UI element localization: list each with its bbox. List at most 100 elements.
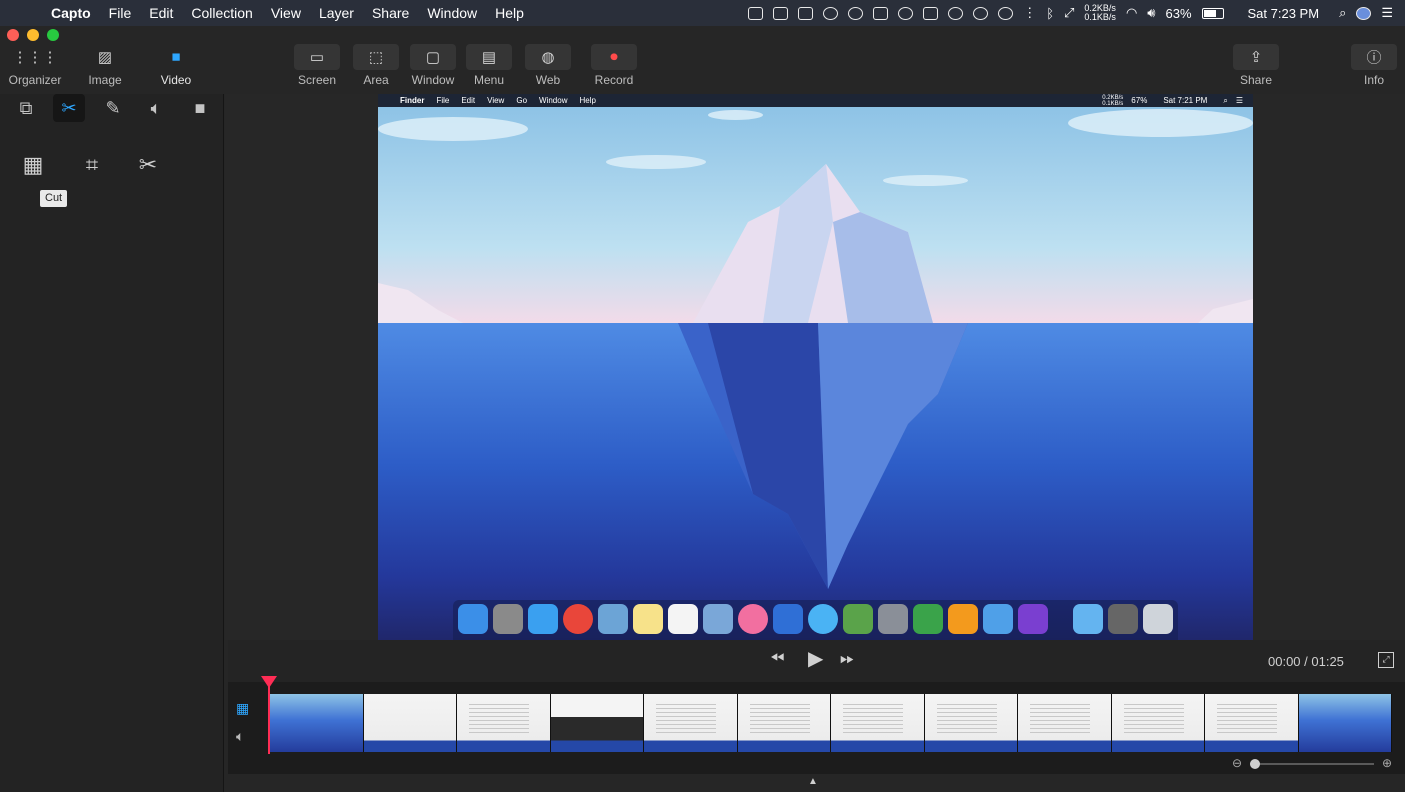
volume-icon[interactable]: 🔊︎	[1147, 5, 1155, 21]
circle-icon[interactable]	[898, 6, 914, 20]
dropbox-icon[interactable]	[748, 6, 764, 20]
screen-button[interactable]: ▭ Screen	[284, 44, 350, 87]
menu-label: Menu	[473, 73, 505, 87]
menu-edit[interactable]: Edit	[140, 5, 182, 21]
screen-dock-icon	[1108, 604, 1138, 634]
video-preview[interactable]: Finder File Edit View Go Window Help 0.2…	[378, 94, 1253, 640]
thumbnail-frame	[644, 694, 738, 752]
net-down: 0.1KB/s	[1084, 12, 1116, 22]
crop-tool[interactable]: ⌗	[75, 148, 109, 182]
share-button[interactable]: ⇪ Share	[1223, 44, 1289, 87]
bluetooth-icon[interactable]: ᛒ	[1046, 6, 1054, 21]
organizer-label: Organizer	[8, 73, 62, 87]
fullscreen-button[interactable]: ⤢	[1378, 652, 1394, 668]
capture-icon[interactable]	[773, 6, 789, 20]
split-tool[interactable]: ✂	[131, 148, 165, 182]
siri-icon[interactable]	[1356, 6, 1372, 20]
filmstrip[interactable]	[270, 694, 1393, 752]
menu-icon: ▤	[481, 49, 497, 66]
minimize-button[interactable]	[27, 29, 39, 41]
display-icon[interactable]	[923, 6, 939, 20]
info-icon: ⓘ	[1366, 49, 1382, 67]
chrome-dock-icon	[563, 604, 593, 634]
messages-dock-icon	[808, 604, 838, 634]
zoom-in-icon[interactable]: ⊕	[1382, 756, 1392, 770]
menu-file[interactable]: File	[100, 5, 141, 21]
grid-icon: ⋮⋮⋮	[12, 49, 58, 66]
record-icon[interactable]	[798, 6, 814, 20]
itunes-dock-icon	[738, 604, 768, 634]
record-button[interactable]: ⏺ Record	[581, 44, 647, 87]
app-dock-icon	[983, 604, 1013, 634]
trim-icon: ⧉	[19, 98, 33, 118]
video-track-icon[interactable]: ▦	[236, 700, 249, 717]
audio-track-icon[interactable]: 🔈︎	[236, 728, 244, 745]
cut-tool[interactable]: ▦	[16, 148, 50, 182]
fast-forward-button[interactable]: ⏩︎	[840, 648, 854, 669]
menu-layer[interactable]: Layer	[310, 5, 363, 21]
menu-help[interactable]: Help	[486, 5, 533, 21]
tab-trim[interactable]: ⧉	[10, 94, 42, 122]
timecode: 00:00 / 01:25	[1268, 654, 1344, 669]
play-button[interactable]: ▶	[808, 646, 823, 671]
thumbnail-frame	[831, 694, 925, 752]
globe-icon: ◍	[541, 49, 555, 66]
video-label: Video	[160, 73, 192, 87]
zoom-out-icon[interactable]: ⊖	[1232, 756, 1242, 770]
zoom-knob[interactable]	[1250, 759, 1260, 769]
font-icon[interactable]	[873, 6, 889, 20]
notification-center-icon[interactable]: ☰	[1381, 5, 1393, 21]
annotate-icon: ✎	[105, 98, 121, 118]
share-icon: ⇪	[1249, 49, 1263, 66]
menu-window[interactable]: Window	[418, 5, 486, 21]
thumbnail-frame	[1205, 694, 1299, 752]
thumbnail-frame	[270, 694, 364, 752]
wifi-icon[interactable]: ◠	[1126, 5, 1137, 21]
clock[interactable]: Sat 7:23 PM	[1248, 6, 1320, 21]
zoom-button[interactable]	[47, 29, 59, 41]
tab-annotate[interactable]: ✎	[97, 94, 129, 122]
tab-edit[interactable]: ✂	[53, 94, 85, 122]
organizer-button[interactable]: ⋮⋮⋮ Organizer	[2, 44, 68, 87]
info-label: Info	[1363, 73, 1384, 87]
close-button[interactable]	[7, 29, 19, 41]
time-machine-icon[interactable]	[998, 6, 1014, 20]
tab-audio[interactable]: 🔈︎	[140, 94, 172, 122]
rewind-button[interactable]: ⏪︎	[770, 648, 784, 669]
video-camera-icon: ■	[171, 48, 181, 66]
web-button[interactable]: ◍ Web	[515, 44, 581, 87]
notes-dock-icon	[633, 604, 663, 634]
battery-icon[interactable]	[1201, 7, 1224, 19]
image-button[interactable]: ▨ Image	[72, 44, 138, 87]
camera-icon: ■	[194, 98, 206, 118]
thumbnail-frame	[1111, 694, 1205, 752]
finder-dock-icon	[458, 604, 488, 634]
video-button[interactable]: ■ Video	[143, 44, 209, 88]
reminders-dock-icon	[668, 604, 698, 634]
menu-view[interactable]: View	[262, 5, 310, 21]
launchpad-dock-icon	[493, 604, 523, 634]
trash-dock-icon	[1143, 604, 1173, 634]
web-label: Web	[535, 73, 561, 87]
collapse-timeline-icon[interactable]: ▲	[808, 776, 818, 787]
spotlight-icon[interactable]: ⌕	[1339, 5, 1346, 21]
zoom-slider[interactable]: ⊖ ⊕	[1232, 756, 1392, 770]
scissors-icon: ✂	[61, 98, 77, 118]
more-dots-icon[interactable]: ⋮	[1023, 5, 1036, 21]
menu-collection[interactable]: Collection	[182, 5, 261, 21]
tab-camera[interactable]: ■	[184, 94, 216, 122]
menu-app-name[interactable]: Capto	[42, 5, 100, 21]
playhead[interactable]	[261, 676, 277, 754]
alarm-icon[interactable]	[948, 6, 964, 20]
resize-icon[interactable]: ⤢	[1064, 5, 1074, 21]
dock	[453, 600, 1178, 640]
info-button[interactable]: ⓘ Info	[1341, 44, 1405, 87]
tooltip: Cut	[40, 190, 68, 207]
thumbnail-frame	[924, 694, 1018, 752]
menu-button[interactable]: ▤ Menu	[456, 44, 522, 87]
chat-icon[interactable]	[848, 6, 864, 20]
menu-share[interactable]: Share	[363, 5, 418, 21]
sync-icon[interactable]	[823, 6, 839, 20]
info-circle-icon[interactable]	[973, 6, 989, 20]
share-label: Share	[1239, 73, 1273, 87]
